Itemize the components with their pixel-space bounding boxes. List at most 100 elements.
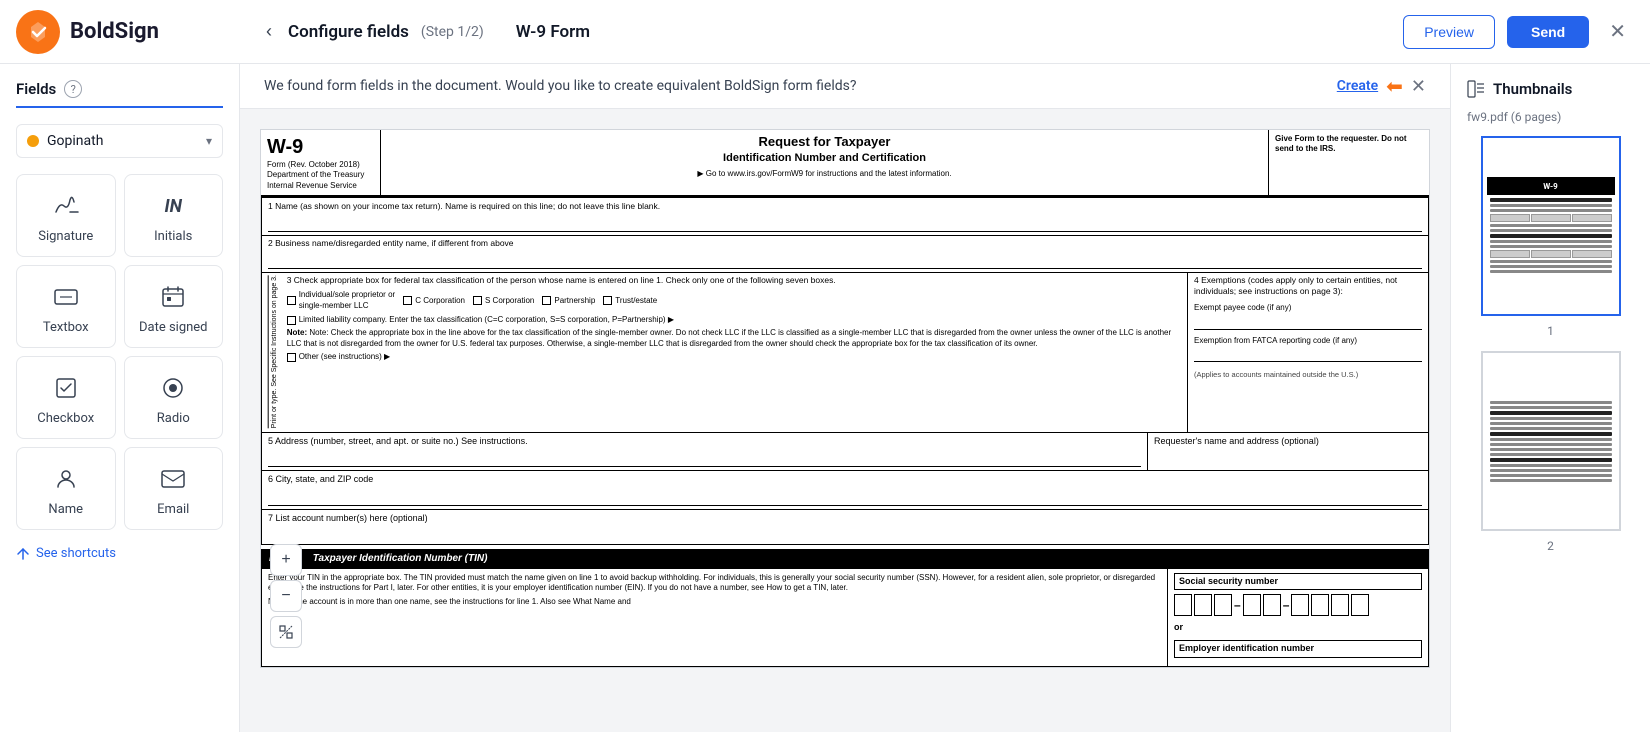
fit-screen-button[interactable]: [270, 616, 302, 648]
print-type-label: Print or type. See Specific Instructions…: [268, 275, 279, 428]
preview-button[interactable]: Preview: [1403, 15, 1495, 49]
ssn-box-2: [1194, 594, 1212, 616]
field-date-signed[interactable]: Date signed: [124, 265, 224, 348]
logo-area: BoldSign: [16, 10, 246, 54]
field4-label: 4 Exemptions (codes apply only to certai…: [1194, 275, 1422, 297]
email-icon: [160, 464, 186, 494]
arrow-icon: ⬅: [1386, 74, 1403, 98]
mini-line: [1490, 464, 1612, 467]
cb-box-s-corp: [473, 296, 482, 305]
mini-line: [1490, 458, 1612, 462]
page-number-1: 1: [1547, 324, 1554, 338]
zoom-out-button[interactable]: −: [270, 580, 302, 612]
field-initials[interactable]: IN Initials: [124, 174, 224, 257]
thumb-img-2: [1481, 351, 1621, 531]
thumbnail-page-2[interactable]: 2: [1467, 351, 1634, 554]
ssn-box-8: [1331, 594, 1349, 616]
fatca: Exemption from FATCA reporting code (if …: [1194, 336, 1422, 362]
ssn-dash-2: –: [1283, 598, 1290, 614]
ssn-box-6: [1291, 594, 1309, 616]
thumbnail-page-1[interactable]: W-9: [1467, 136, 1634, 339]
send-button[interactable]: Send: [1507, 16, 1589, 48]
requester-label: Requester's name and address (optional): [1154, 436, 1422, 448]
ssn-dash-1: –: [1234, 598, 1241, 614]
radio-label: Radio: [157, 411, 190, 426]
mini-header-1: W-9: [1487, 177, 1615, 195]
assignee-select[interactable]: Gopinath ▾: [16, 124, 223, 158]
w9-fields-5: 5 Address (number, street, and apt. or s…: [261, 433, 1429, 472]
mini-cell: [1490, 250, 1530, 258]
header-right: Preview Send ✕: [1403, 15, 1634, 49]
mini-line: [1490, 422, 1612, 425]
ssn-box-1: [1174, 594, 1192, 616]
field1-label: 1 Name (as shown on your income tax retu…: [268, 201, 1422, 212]
document-paper-area: W-9 Form (Rev. October 2018) Department …: [240, 109, 1450, 688]
requester-field: Requester's name and address (optional): [1148, 433, 1428, 471]
cb-c-corp: C Corporation: [403, 296, 465, 306]
doc-title: W-9 Form: [516, 22, 590, 42]
help-icon[interactable]: ?: [64, 80, 82, 98]
fields-sidebar: Fields ? Gopinath ▾ Signature: [0, 64, 240, 732]
mini-line: [1490, 443, 1612, 446]
mini-line: [1490, 234, 1612, 238]
field-checkbox[interactable]: Checkbox: [16, 356, 116, 439]
initials-label: Initials: [154, 229, 192, 244]
chevron-down-icon: ▾: [206, 134, 212, 148]
w9-field-1: 1 Name (as shown on your income tax retu…: [261, 197, 1429, 236]
fields-label: Fields: [16, 80, 56, 98]
zoom-out-icon: −: [281, 587, 290, 605]
form-number: W-9: [267, 134, 374, 160]
create-link[interactable]: Create: [1337, 78, 1378, 94]
field2-label: 2 Business name/disregarded entity name,…: [268, 238, 1422, 249]
field-radio[interactable]: Radio: [124, 356, 224, 439]
back-button[interactable]: ‹: [262, 17, 276, 46]
thumb-content-2: [1483, 395, 1619, 488]
field-signature[interactable]: Signature: [16, 174, 116, 257]
zoom-in-button[interactable]: +: [270, 544, 302, 576]
back-icon: ‹: [266, 21, 272, 41]
close-button[interactable]: ✕: [1601, 15, 1634, 48]
field-textbox[interactable]: Textbox: [16, 265, 116, 348]
mini-line: [1490, 270, 1612, 273]
checkbox-options: Individual/sole proprietor orsingle-memb…: [287, 290, 1181, 311]
mini-line: [1490, 260, 1612, 263]
notification-close-button[interactable]: ✕: [1411, 76, 1426, 97]
name-label: Name: [48, 502, 83, 517]
mini-line: [1490, 448, 1612, 451]
close-icon: ✕: [1609, 21, 1626, 43]
field-email[interactable]: Email: [124, 447, 224, 530]
mini-line: [1490, 198, 1612, 202]
w9-field-7: 7 List account number(s) here (optional): [261, 510, 1429, 545]
ssn-label: Social security number: [1174, 573, 1422, 591]
or-label: or: [1174, 622, 1422, 634]
shortcuts-link[interactable]: See shortcuts: [16, 546, 223, 561]
form-subtitle: Form (Rev. October 2018): [267, 160, 374, 170]
fit-screen-icon: [278, 624, 294, 640]
main-layout: Fields ? Gopinath ▾ Signature: [0, 64, 1650, 732]
checkbox-label: Checkbox: [37, 411, 94, 426]
w9-header: W-9 Form (Rev. October 2018) Department …: [261, 130, 1429, 197]
header: BoldSign ‹ Configure fields (Step 1/2) W…: [0, 0, 1650, 64]
ssn-box-9: [1351, 594, 1369, 616]
mini-line: [1490, 474, 1612, 477]
signature-icon: [52, 191, 80, 221]
ssn-boxes: – –: [1174, 594, 1422, 616]
close-icon: ✕: [1411, 76, 1426, 96]
name-icon: [54, 464, 78, 494]
cb-llc: Limited liability company. Enter the tax…: [287, 315, 1181, 325]
date-icon: [161, 282, 185, 312]
mini-line: [1490, 432, 1612, 436]
w9-field-6: 6 City, state, and ZIP code: [261, 471, 1429, 510]
thumbnails-title: Thumbnails: [1493, 80, 1572, 98]
applies-note: (Applies to accounts maintained outside …: [1194, 370, 1422, 380]
checkbox-icon: [54, 373, 78, 403]
field-name[interactable]: Name: [16, 447, 116, 530]
w9-right-note: Give Form to the requester. Do not send …: [1269, 130, 1429, 195]
mini-line: [1490, 245, 1612, 248]
tin-description: Enter your TIN in the appropriate box. T…: [262, 569, 1168, 666]
w9-url: ▶ Go to www.irs.gov/FormW9 for instructi…: [385, 169, 1264, 179]
mini-line: [1490, 401, 1612, 404]
cb-partnership: Partnership: [542, 296, 595, 306]
shortcuts-label: See shortcuts: [36, 546, 116, 561]
assignee-name: Gopinath: [47, 133, 198, 149]
